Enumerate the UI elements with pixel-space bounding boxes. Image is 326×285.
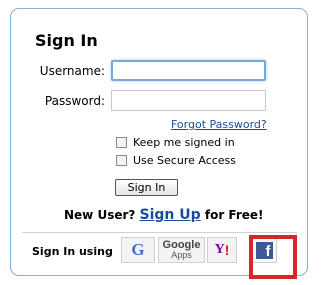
google-apps-button[interactable]: Google Apps [158, 237, 205, 263]
google-apps-icon: Google [162, 239, 201, 251]
keep-signed-in-row[interactable]: Keep me signed in [116, 136, 235, 149]
secure-access-row[interactable]: Use Secure Access [116, 154, 236, 167]
yahoo-button[interactable]: Y! [207, 237, 237, 263]
yahoo-icon: Y [214, 242, 225, 257]
new-user-line: New User? Sign Up for Free! [64, 207, 264, 223]
signin-panel: Sign In Username: Password: Forgot Passw… [10, 8, 308, 279]
google-apps-sublabel: Apps [171, 250, 192, 260]
keep-signed-in-label: Keep me signed in [133, 136, 235, 149]
signin-title: Sign In [35, 31, 98, 50]
password-label: Password: [44, 94, 105, 108]
yahoo-exclaim: ! [224, 242, 230, 258]
new-user-suffix: for Free! [200, 208, 264, 222]
password-input[interactable] [111, 90, 266, 111]
signin-using-label: Sign In using [32, 245, 113, 258]
facebook-icon: f [255, 241, 273, 259]
facebook-button[interactable]: f [251, 237, 277, 263]
secure-access-checkbox[interactable] [116, 155, 127, 166]
signin-button[interactable]: Sign In [115, 179, 178, 196]
username-label: Username: [39, 64, 105, 78]
secure-access-label: Use Secure Access [133, 154, 237, 167]
forgot-password-link[interactable]: Forgot Password? [171, 118, 267, 131]
google-button[interactable]: G [121, 237, 155, 263]
username-input[interactable] [111, 60, 266, 81]
new-user-prefix: New User? [64, 208, 140, 222]
signup-link[interactable]: Sign Up [140, 207, 201, 223]
divider [22, 232, 297, 233]
keep-signed-in-checkbox[interactable] [116, 137, 127, 148]
google-icon: G [131, 240, 145, 259]
